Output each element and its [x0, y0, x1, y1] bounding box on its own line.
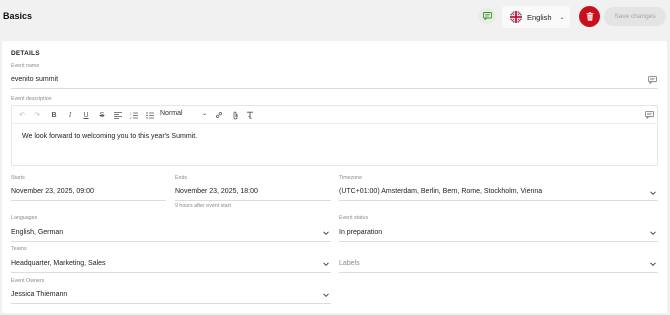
- event-owners-underline: [11, 303, 331, 304]
- undo-icon[interactable]: ↶: [17, 110, 27, 120]
- trash-icon: [586, 12, 593, 21]
- ends-label: Ends: [175, 175, 188, 181]
- chevron-down-icon[interactable]: [322, 229, 330, 237]
- event-status-select[interactable]: In preparation: [339, 229, 382, 236]
- labels-select[interactable]: Labels: [339, 260, 360, 267]
- language-select[interactable]: English ⌄: [502, 6, 570, 28]
- chevron-down-icon[interactable]: [322, 291, 330, 299]
- bold-icon[interactable]: B: [49, 110, 59, 120]
- editor-toolbar: ↶ ↷ B I U S 12 Normal ⌄: [12, 106, 657, 124]
- event-name-underline: [11, 88, 658, 89]
- chevron-down-icon: ⌄: [559, 14, 565, 21]
- language-label: English: [527, 12, 552, 22]
- chevron-down-icon: ⌄: [202, 111, 208, 117]
- ends-underline: [175, 200, 331, 201]
- translate-button[interactable]: [478, 8, 496, 24]
- event-name-label: Event name: [11, 63, 40, 69]
- chevron-down-icon[interactable]: [322, 260, 330, 268]
- teams-label: Teams: [11, 246, 27, 252]
- labels-underline: [339, 272, 658, 273]
- strikethrough-icon[interactable]: S: [97, 110, 107, 120]
- timezone-label: Timezone: [339, 175, 363, 181]
- uk-flag-icon: [510, 11, 522, 23]
- chevron-down-icon[interactable]: [649, 229, 657, 237]
- link-icon[interactable]: [214, 110, 224, 120]
- event-status-underline: [339, 241, 658, 242]
- starts-input[interactable]: November 23, 2025, 09:00: [11, 188, 94, 195]
- underline-icon[interactable]: U: [81, 110, 91, 120]
- event-owners-label: Event Owners: [11, 278, 45, 284]
- details-card: DETAILS Event name evenito summit Event …: [2, 41, 667, 313]
- clear-format-icon[interactable]: [245, 110, 255, 120]
- ends-input[interactable]: November 23, 2025, 18:00: [175, 188, 258, 195]
- starts-label: Starts: [11, 175, 25, 181]
- timezone-underline: [339, 200, 658, 201]
- delete-button[interactable]: [579, 6, 600, 27]
- translate-icon[interactable]: [648, 76, 657, 84]
- event-status-label: Event status: [339, 215, 369, 221]
- redo-icon[interactable]: ↷: [32, 110, 42, 120]
- ends-hint: 9 hours after event start: [175, 203, 231, 209]
- svg-text:1: 1: [130, 112, 132, 115]
- teams-underline: [11, 272, 331, 273]
- ordered-list-icon[interactable]: 12: [129, 110, 139, 120]
- chevron-down-icon[interactable]: [649, 189, 657, 197]
- translate-icon: [482, 12, 492, 20]
- text-format-value: Normal: [160, 110, 183, 117]
- teams-select[interactable]: Headquarter, Marketing, Sales: [11, 260, 106, 267]
- languages-select[interactable]: English, German: [11, 229, 63, 236]
- section-title: DETAILS: [11, 50, 40, 57]
- translate-icon[interactable]: [645, 111, 654, 119]
- italic-icon[interactable]: I: [65, 110, 75, 120]
- timezone-select[interactable]: (UTC+01:00) Amsterdam, Berlin, Bern, Rom…: [339, 188, 542, 195]
- event-owners-select[interactable]: Jessica Thiemann: [11, 291, 67, 298]
- header: Basics English ⌄ Save changes: [0, 0, 670, 36]
- event-name-input[interactable]: evenito summit: [11, 76, 58, 83]
- starts-underline: [11, 200, 166, 201]
- page-title: Basics: [3, 11, 33, 21]
- chevron-down-icon[interactable]: [649, 260, 657, 268]
- bullet-list-icon[interactable]: [145, 110, 155, 120]
- description-editor[interactable]: ↶ ↷ B I U S 12 Normal ⌄ We look forward …: [11, 105, 658, 166]
- event-description-label: Event description: [11, 96, 52, 102]
- languages-underline: [11, 241, 331, 242]
- align-left-icon[interactable]: [113, 110, 123, 120]
- svg-text:2: 2: [130, 116, 132, 119]
- text-format-select[interactable]: Normal ⌄: [160, 110, 207, 117]
- description-text[interactable]: We look forward to welcoming you to this…: [22, 133, 197, 140]
- languages-label: Languages: [11, 215, 38, 221]
- save-changes-button[interactable]: Save changes: [604, 7, 666, 26]
- attachment-icon[interactable]: [230, 110, 240, 120]
